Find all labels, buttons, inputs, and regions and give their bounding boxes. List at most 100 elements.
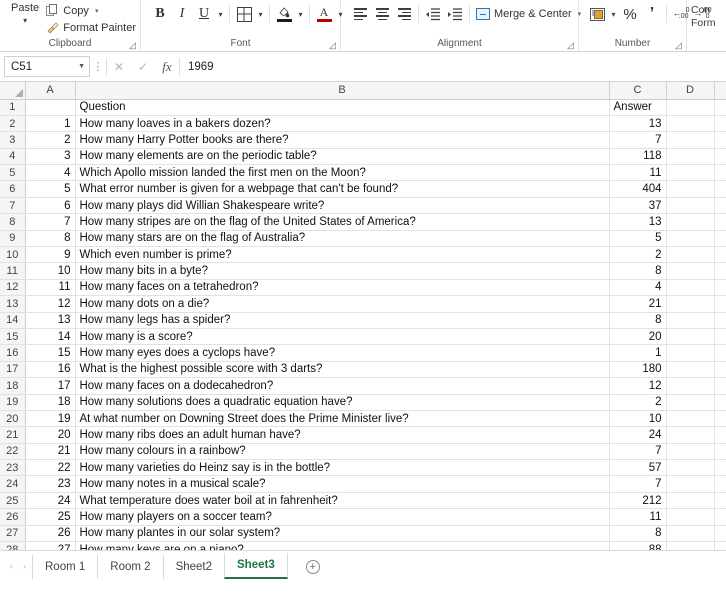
cell-c21[interactable]: 24 [609,427,666,443]
cell-b2[interactable]: How many loaves in a bakers dozen? [75,115,609,131]
cell-a3[interactable]: 2 [25,132,75,148]
cell-b14[interactable]: How many legs has a spider? [75,312,609,328]
cell-c9[interactable]: 5 [609,230,666,246]
table-row[interactable]: 2423How many notes in a musical scale?7 [0,476,726,492]
row-header[interactable]: 6 [0,181,25,197]
table-row[interactable]: 87How many stripes are on the flag of th… [0,214,726,230]
cell-b19[interactable]: How many solutions does a quadratic equa… [75,394,609,410]
cell-d6[interactable] [666,181,714,197]
row-header[interactable]: 3 [0,132,25,148]
cell-a6[interactable]: 5 [25,181,75,197]
cell-e25[interactable] [714,492,726,508]
cell-e19[interactable] [714,394,726,410]
table-row[interactable]: 2827How many keys are on a piano?88 [0,542,726,550]
cell-b27[interactable]: How many plantes in our solar system? [75,525,609,541]
cell-d26[interactable] [666,509,714,525]
cell-b9[interactable]: How many stars are on the flag of Austra… [75,230,609,246]
table-row[interactable]: 98How many stars are on the flag of Aust… [0,230,726,246]
cell-e26[interactable] [714,509,726,525]
align-right-button[interactable] [393,3,415,25]
cell-c12[interactable]: 4 [609,279,666,295]
table-row[interactable]: 1110How many bits in a byte?8 [0,263,726,279]
cell-a14[interactable]: 13 [25,312,75,328]
cell-d8[interactable] [666,214,714,230]
number-format-chevron-down-icon[interactable]: ▾ [608,3,619,25]
cell-c7[interactable]: 37 [609,197,666,213]
cell-e18[interactable] [714,378,726,394]
cell-c3[interactable]: 7 [609,132,666,148]
previous-sheet-icon[interactable]: ‹ [10,561,13,571]
cell-c14[interactable]: 8 [609,312,666,328]
cell-b21[interactable]: How many ribs does an adult human have? [75,427,609,443]
chevron-down-icon[interactable]: ▾ [95,7,99,15]
table-row[interactable]: 1413How many legs has a spider?8 [0,312,726,328]
cell-d13[interactable] [666,296,714,312]
cell-c8[interactable]: 13 [609,214,666,230]
select-all-corner[interactable] [0,82,25,99]
cell-d22[interactable] [666,443,714,459]
cell-d24[interactable] [666,476,714,492]
table-row[interactable]: 1211How many faces on a tetrahedron?4 [0,279,726,295]
align-left-button[interactable] [349,3,371,25]
row-header[interactable]: 22 [0,443,25,459]
cell-c11[interactable]: 8 [609,263,666,279]
cell-e23[interactable] [714,460,726,476]
cell-e13[interactable] [714,296,726,312]
cell-b22[interactable]: How many colours in a rainbow? [75,443,609,459]
cell-e2[interactable] [714,115,726,131]
cell-d23[interactable] [666,460,714,476]
column-header-b[interactable]: B [75,82,609,99]
spreadsheet-grid[interactable]: A B C D 1 Question Answer 21How many loa… [0,82,726,550]
font-color-button[interactable]: A [313,3,335,25]
cell-d19[interactable] [666,394,714,410]
cell-a4[interactable]: 3 [25,148,75,164]
cell-b1[interactable]: Question [75,99,609,115]
cell-c15[interactable]: 20 [609,328,666,344]
cell-d5[interactable] [666,165,714,181]
row-header[interactable]: 7 [0,197,25,213]
cell-d4[interactable] [666,148,714,164]
table-row[interactable]: 1817How many faces on a dodecahedron?12 [0,378,726,394]
chevron-down-icon[interactable]: ▾ [23,16,27,26]
cell-a1[interactable] [25,99,75,115]
cell-d17[interactable] [666,361,714,377]
row-header[interactable]: 18 [0,378,25,394]
table-row[interactable]: 65What error number is given for a webpa… [0,181,726,197]
cell-b8[interactable]: How many stripes are on the flag of the … [75,214,609,230]
table-row[interactable]: 43How many elements are on the periodic … [0,148,726,164]
cell-a11[interactable]: 10 [25,263,75,279]
row-header[interactable]: 16 [0,345,25,361]
cell-e8[interactable] [714,214,726,230]
cell-a21[interactable]: 20 [25,427,75,443]
alignment-dialog-launcher-icon[interactable]: ◿ [567,41,576,50]
format-painter-button[interactable]: Format Painter [46,19,136,36]
row-header[interactable]: 14 [0,312,25,328]
cell-b11[interactable]: How many bits in a byte? [75,263,609,279]
cell-e10[interactable] [714,247,726,263]
cell-b24[interactable]: How many notes in a musical scale? [75,476,609,492]
table-row[interactable]: 1918How many solutions does a quadratic … [0,394,726,410]
table-row[interactable]: 32How many Harry Potter books are there?… [0,132,726,148]
decrease-indent-button[interactable] [422,3,444,25]
cell-a7[interactable]: 6 [25,197,75,213]
table-row[interactable]: 2019At what number on Downing Street doe… [0,410,726,426]
cell-c28[interactable]: 88 [609,542,666,550]
italic-button[interactable]: I [171,3,193,25]
cell-b23[interactable]: How many varieties do Heinz say is in th… [75,460,609,476]
cell-a26[interactable]: 25 [25,509,75,525]
cell-c25[interactable]: 212 [609,492,666,508]
align-center-button[interactable] [371,3,393,25]
cell-e5[interactable] [714,165,726,181]
confirm-entry-button[interactable]: ✓ [131,56,155,77]
cell-a17[interactable]: 16 [25,361,75,377]
cell-c6[interactable]: 404 [609,181,666,197]
cell-d20[interactable] [666,410,714,426]
cell-a18[interactable]: 17 [25,378,75,394]
fill-color-button[interactable] [273,3,295,25]
cell-c22[interactable]: 7 [609,443,666,459]
cell-a5[interactable]: 4 [25,165,75,181]
font-dialog-launcher-icon[interactable]: ◿ [329,41,338,50]
cell-e17[interactable] [714,361,726,377]
increase-indent-button[interactable] [444,3,466,25]
cell-c13[interactable]: 21 [609,296,666,312]
